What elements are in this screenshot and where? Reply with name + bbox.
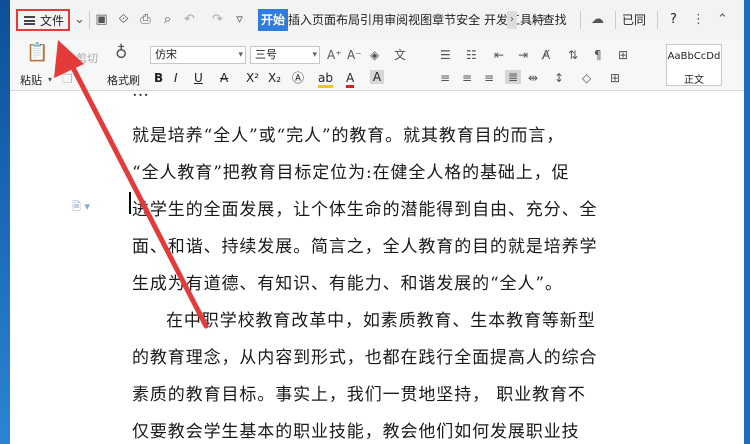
grow-font-icon[interactable]: A⁺: [327, 48, 342, 62]
ribbon-tabs: 开始插入页面布局引用审阅视图章节安全 开发工具特: [258, 9, 544, 31]
bold-icon[interactable]: B: [154, 71, 163, 85]
strikethrough-icon[interactable]: A: [220, 71, 228, 85]
distributed-icon[interactable]: ⇹: [528, 71, 538, 85]
cloud-sync-icon[interactable]: ☁: [590, 12, 605, 27]
document-line: 进学生的全面发展，让个体生命的潜能得到自由、充分、全: [132, 200, 598, 220]
collapse-ribbon-icon[interactable]: ⌃: [715, 12, 730, 27]
underline-icon[interactable]: U: [194, 71, 203, 85]
shading-icon[interactable]: ◇: [582, 71, 591, 85]
borders-icon[interactable]: ⊞: [610, 71, 620, 85]
justify-icon[interactable]: ≣: [505, 70, 521, 84]
align-right-icon[interactable]: ≡: [484, 71, 494, 85]
redo-icon[interactable]: ↷: [210, 12, 225, 27]
chevron-down-icon[interactable]: ⌄: [72, 12, 87, 27]
font-name-value: 仿宋: [155, 48, 177, 61]
chevron-down-icon: ▾: [238, 50, 243, 60]
paste-dropdown-icon[interactable]: ▾: [48, 73, 52, 87]
style-sample-text: AaBbCcDd: [667, 51, 721, 62]
document-line: 生成为有道德、有知识、有能力、和谐发展的“全人”。: [132, 274, 563, 294]
document-line: 的教育理念，从内容到形式，也都在践行全面提高人的综合: [132, 348, 598, 368]
separator: [580, 11, 581, 29]
desktop-right-edge: [744, 0, 750, 444]
tab-security[interactable]: 安全: [456, 9, 480, 31]
font-size-value: 三号: [255, 48, 277, 61]
sort-icon[interactable]: ⇅: [568, 48, 578, 62]
help-button[interactable]: ?: [670, 9, 677, 31]
chevron-down-icon: ▾: [312, 50, 317, 60]
menu-icon: [24, 16, 35, 25]
paste-button[interactable]: 粘贴: [20, 72, 42, 88]
numbering-icon[interactable]: ☷: [466, 48, 477, 62]
clear-format-icon[interactable]: ◈: [370, 48, 379, 62]
chinese-layout-icon[interactable]: A̸: [542, 48, 550, 62]
tab-references[interactable]: 引用: [360, 9, 384, 31]
print-icon[interactable]: ⎙: [138, 12, 153, 27]
partial-line: …: [132, 91, 150, 101]
copy-icon[interactable]: ❐: [62, 72, 73, 86]
preview-icon[interactable]: ⌕: [160, 12, 175, 27]
document-line: 仅要教会学生基本的职业技能，教会他们如何发展职业技: [132, 422, 580, 442]
character-shading-icon[interactable]: A: [370, 70, 384, 84]
text-effect-icon[interactable]: Ⓐ: [292, 71, 304, 85]
style-normal[interactable]: AaBbCcDd 正文: [666, 44, 722, 86]
subscript-icon[interactable]: X₂: [268, 71, 281, 85]
search-button[interactable]: ⌕ 查找: [532, 9, 567, 31]
save-icon[interactable]: ▣: [94, 12, 109, 27]
undo-icon[interactable]: ↶: [182, 12, 197, 27]
cut-icon[interactable]: ✂: [62, 50, 72, 64]
table-icon[interactable]: ⊞: [618, 48, 628, 62]
file-menu-label: 文件: [40, 14, 65, 28]
sync-status[interactable]: 已同: [622, 9, 646, 31]
align-left-icon[interactable]: ≡: [440, 71, 450, 85]
font-color-icon[interactable]: A: [346, 71, 355, 88]
format-painter-button[interactable]: 格式刷: [107, 72, 140, 88]
document-line: 面、和谐、持续发展。简言之，全人教育的目的就是培养学: [132, 237, 598, 257]
phonetic-guide-icon[interactable]: 文: [394, 48, 406, 62]
tab-review[interactable]: 审阅: [384, 9, 408, 31]
document-line: 素质的教育目标。事实上，我们一贯地坚持， 职业教育不: [132, 385, 586, 405]
shrink-font-icon[interactable]: A⁻: [347, 48, 362, 62]
tab-insert[interactable]: 插入: [288, 9, 312, 31]
more-options-icon[interactable]: ⋮: [691, 12, 706, 27]
decrease-indent-icon[interactable]: ⇤: [494, 48, 504, 62]
more-tabs-chevron-icon[interactable]: ›: [507, 11, 517, 29]
separator: [615, 11, 616, 29]
bullets-icon[interactable]: ☰: [440, 48, 451, 62]
tab-view[interactable]: 视图: [408, 9, 432, 31]
paste-icon[interactable]: 📋: [26, 44, 48, 62]
document-line: “全人教育”把教育目标定位为:在健全人格的基础上，促: [132, 163, 570, 183]
menu-bar: 文件 ⌄ ▣ ⟐ ⎙ ⌕ ↶ ↷ ▿ 开始插入页面布局引用审阅视图章节安全 开发…: [10, 0, 744, 41]
search-icon: ⌕: [532, 13, 539, 27]
superscript-icon[interactable]: X²: [246, 71, 259, 85]
tab-page-layout[interactable]: 页面布局: [312, 9, 360, 31]
separator: [89, 11, 90, 29]
paragraph-marker-icon[interactable]: 🗎 ▾: [72, 198, 90, 217]
template-icon[interactable]: ⟐: [116, 12, 131, 27]
font-size-select[interactable]: 三号 ▾: [250, 46, 320, 64]
search-label: 查找: [542, 13, 567, 27]
tab-start[interactable]: 开始: [258, 9, 289, 31]
highlight-icon[interactable]: ab: [318, 71, 333, 88]
document-line: 就是培养“全人”或“完人”的教育。就其教育目的而言，: [132, 126, 565, 146]
italic-icon[interactable]: I: [174, 71, 178, 85]
increase-indent-icon[interactable]: ⇥: [518, 48, 528, 62]
format-painter-icon[interactable]: ♁: [115, 45, 127, 62]
wps-writer-window: 文件 ⌄ ▣ ⟐ ⎙ ⌕ ↶ ↷ ▿ 开始插入页面布局引用审阅视图章节安全 开发…: [10, 0, 744, 444]
align-center-icon[interactable]: ≡: [462, 71, 472, 85]
tab-chapter[interactable]: 章节: [432, 9, 456, 31]
text-cursor: [129, 192, 131, 214]
cut-button[interactable]: 剪切: [76, 50, 98, 66]
show-marks-icon[interactable]: ¶: [594, 48, 602, 62]
desktop-left-edge: [0, 0, 10, 444]
file-menu-button[interactable]: 文件: [16, 9, 70, 31]
separator: [657, 11, 658, 29]
document-line: 在中职学校教育改革中，如素质教育、生本教育等新型: [166, 311, 596, 331]
line-spacing-icon[interactable]: ↕: [554, 71, 564, 85]
more-icon[interactable]: ▿: [232, 12, 247, 27]
ribbon-toolbar: 📋 粘贴 ▾ ✂ 剪切 ❐ ♁ 格式刷 仿宋 ▾ 三号 ▾ A⁺ A⁻ ◈ 文 …: [10, 40, 744, 91]
document-page[interactable]: … 就是培养“全人”或“完人”的教育。就其教育目的而言， “全人教育”把教育目标…: [10, 91, 744, 444]
style-name-label: 正文: [684, 75, 704, 86]
font-name-select[interactable]: 仿宋 ▾: [150, 46, 246, 64]
